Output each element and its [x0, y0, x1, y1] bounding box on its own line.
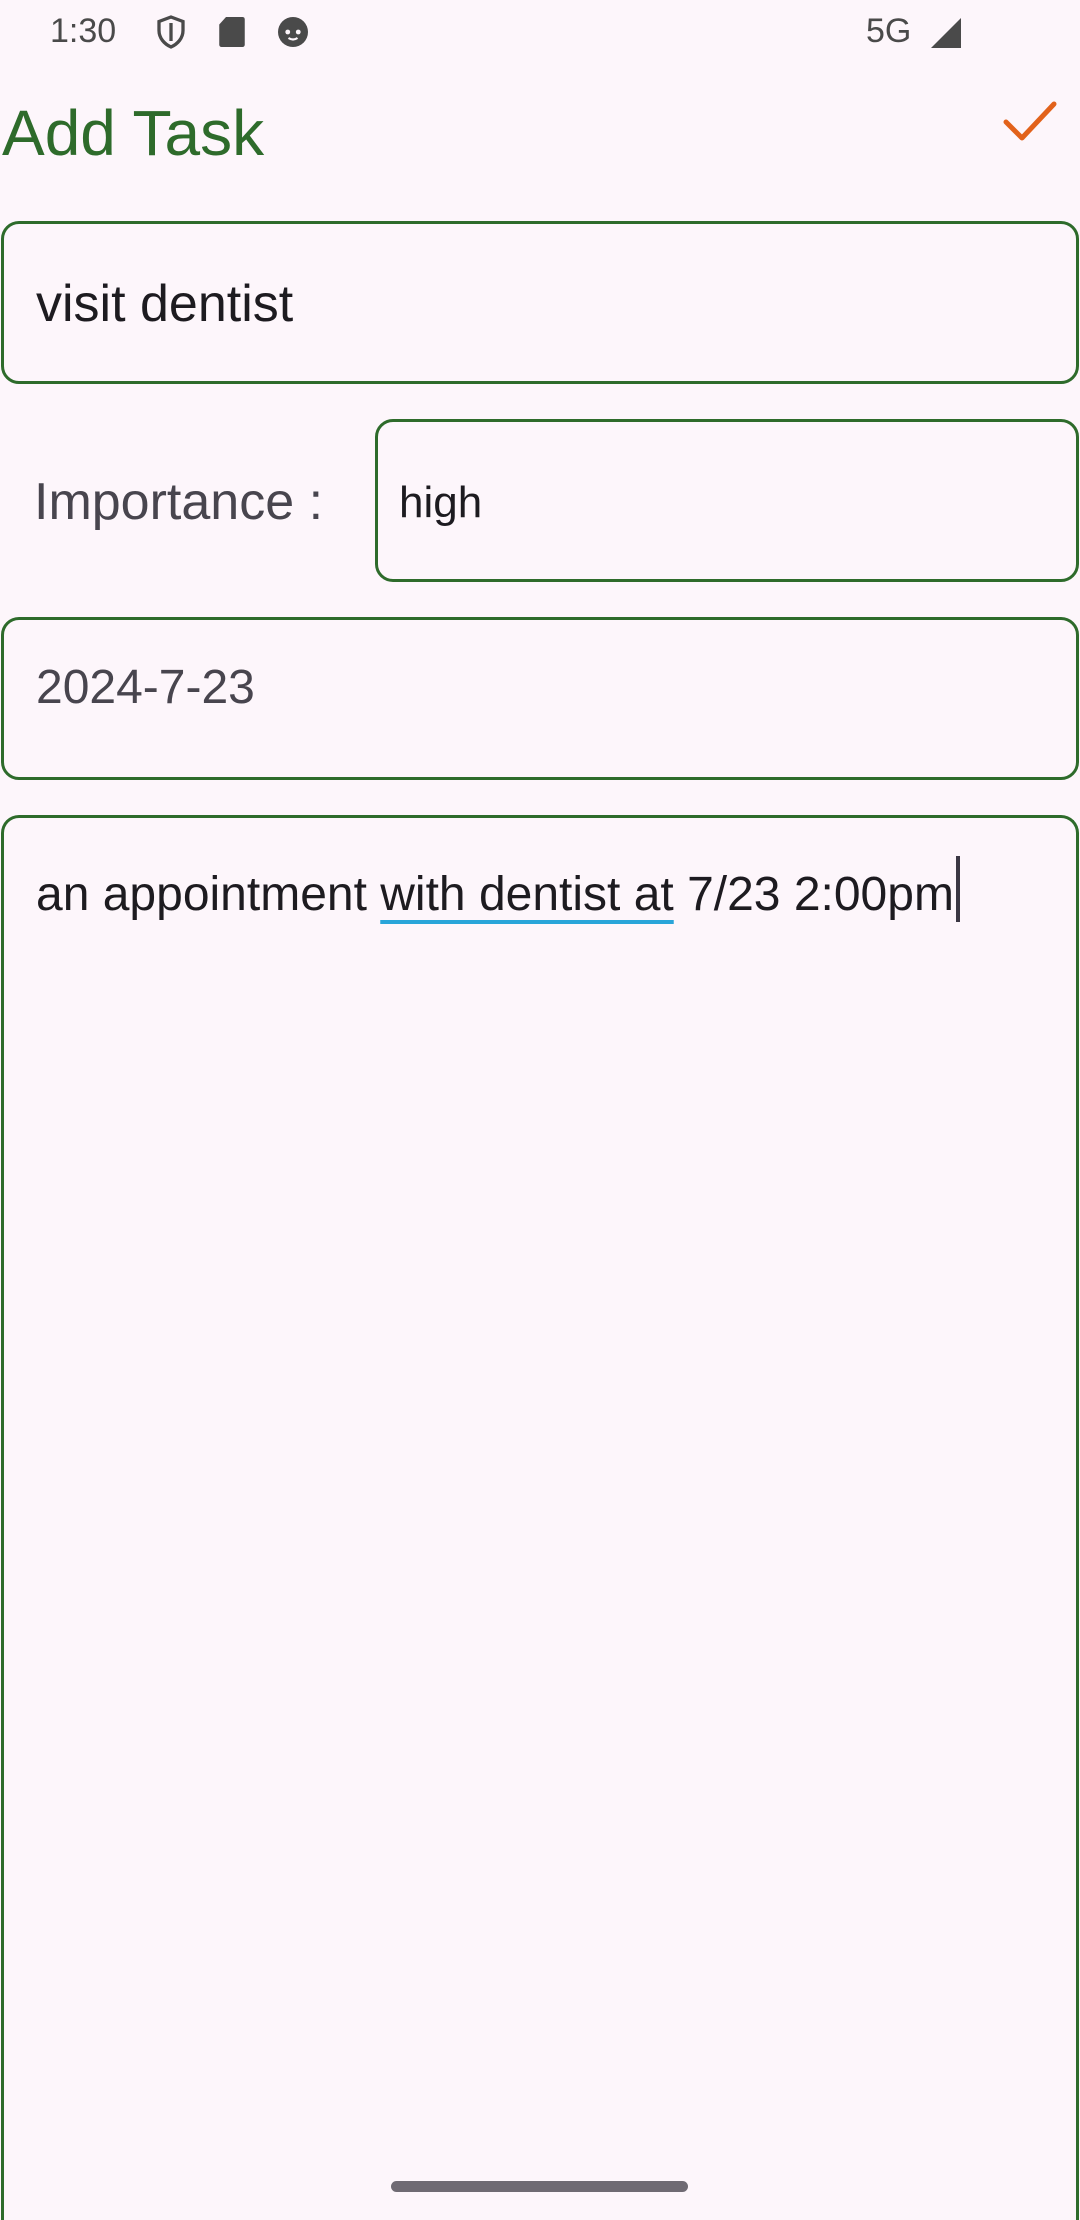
description-part: 7/23 2:00pm — [673, 868, 954, 921]
add-task-screen: 1:30 5G Add Task visit dentist Importanc… — [0, 0, 1080, 2220]
importance-label: Importance : — [34, 473, 324, 531]
cat-face-icon — [278, 17, 308, 47]
status-bar: 1:30 5G — [0, 0, 1080, 66]
description-text: an appointment with dentist at 7/23 2:00… — [36, 856, 960, 922]
description-underlined-part: with dentist at — [380, 868, 674, 921]
check-icon — [1003, 101, 1057, 141]
status-time: 1:30 — [50, 12, 117, 50]
text-cursor — [955, 856, 960, 922]
save-button[interactable] — [996, 92, 1066, 152]
network-type: 5G — [866, 12, 912, 50]
gesture-nav-handle[interactable] — [391, 2181, 688, 2192]
task-title-value: visit dentist — [36, 275, 294, 333]
description-field[interactable]: an appointment with dentist at 7/23 2:00… — [1, 815, 1079, 2220]
shield-icon — [157, 15, 185, 49]
importance-field[interactable]: high — [375, 419, 1079, 582]
description-part: an appointment — [36, 868, 381, 921]
task-title-field[interactable]: visit dentist — [1, 221, 1079, 384]
importance-value: high — [399, 478, 483, 527]
sd-card-icon — [219, 17, 245, 47]
page-title: Add Task — [2, 97, 265, 169]
date-field[interactable]: 2024-7-23 — [1, 617, 1079, 780]
date-value: 2024-7-23 — [36, 661, 255, 714]
signal-icon — [931, 18, 961, 48]
